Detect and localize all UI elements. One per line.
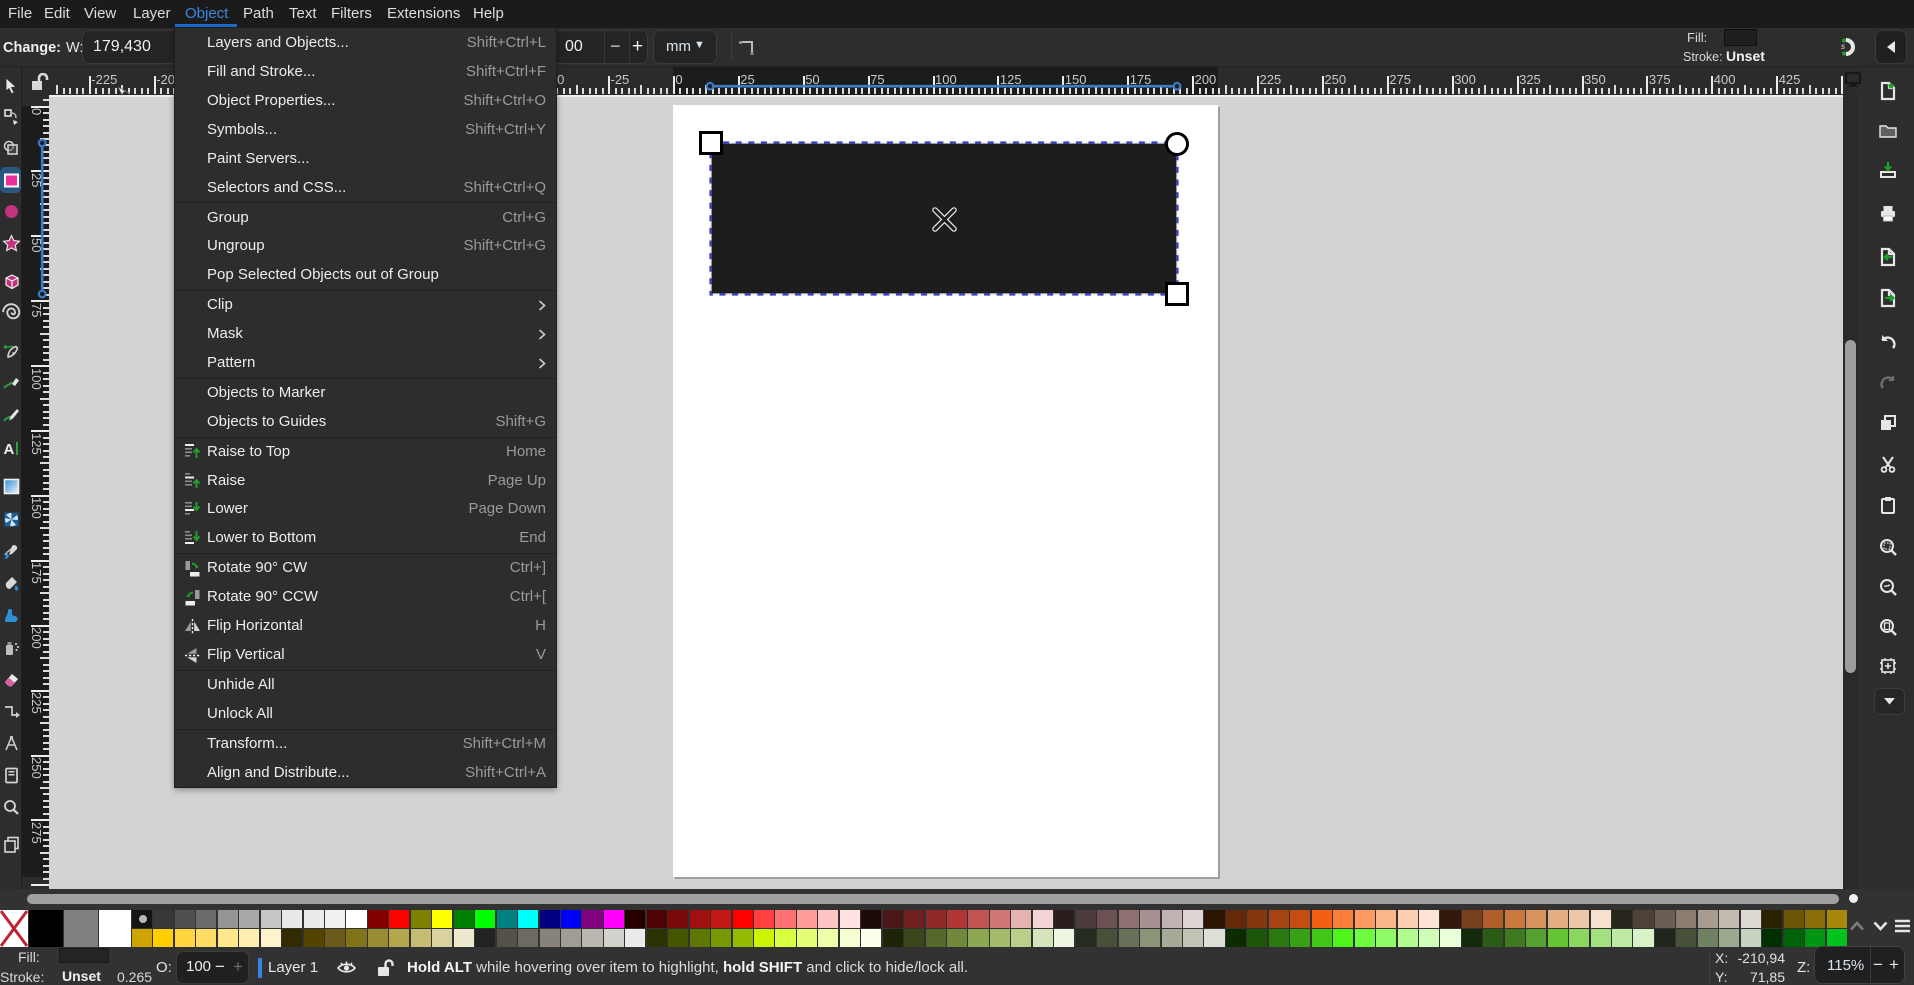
svg-text:A: A [4,441,15,458]
svg-text:s: s [1841,42,1845,51]
